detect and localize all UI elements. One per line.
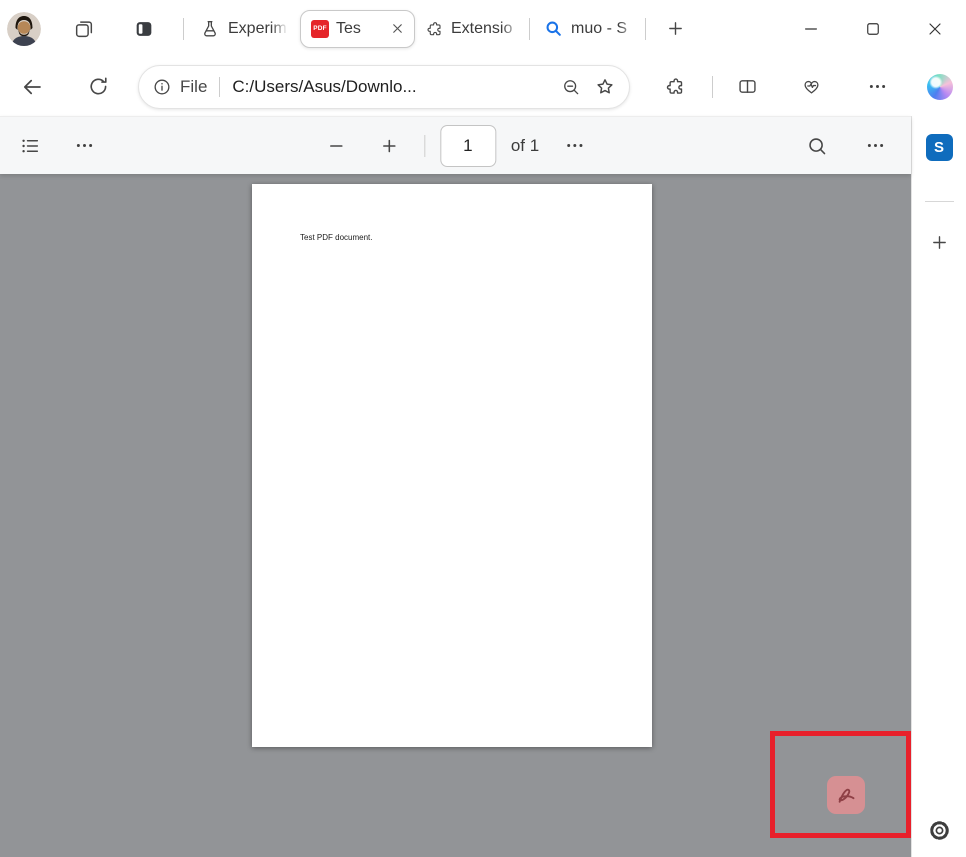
zoom-out-button[interactable] bbox=[316, 126, 356, 166]
tab-strip: Experim PDF Tes Extensio muo - S bbox=[0, 0, 966, 57]
split-screen-button[interactable] bbox=[727, 67, 767, 107]
browser-essentials-icon bbox=[803, 80, 819, 94]
refresh-icon bbox=[89, 77, 107, 95]
more-options-icon bbox=[76, 144, 92, 147]
pdf-search-button[interactable] bbox=[797, 126, 837, 166]
page-count-label: of 1 bbox=[510, 135, 540, 155]
tab-extensions[interactable]: Extensio bbox=[417, 9, 529, 49]
pdf-favicon: PDF bbox=[311, 19, 329, 38]
favorites-star-icon[interactable] bbox=[594, 76, 616, 98]
close-icon bbox=[392, 24, 402, 33]
main-area: of 1 bbox=[0, 116, 966, 857]
settings-gear-icon bbox=[929, 820, 949, 840]
sidebar-add-button[interactable] bbox=[920, 223, 958, 261]
split-screen-icon bbox=[738, 80, 756, 93]
more-options-icon bbox=[867, 144, 883, 147]
toc-button[interactable] bbox=[10, 126, 50, 166]
tab-title: Tes bbox=[336, 19, 361, 37]
sidebar-divider bbox=[924, 201, 954, 202]
adobe-acrobat-icon bbox=[838, 788, 854, 803]
adobe-acrobat-chip-button[interactable] bbox=[827, 776, 865, 814]
tab-actions-button[interactable] bbox=[125, 10, 163, 48]
address-url[interactable]: C:/Users/Asus/Downlo... bbox=[232, 77, 548, 97]
copilot-button[interactable] bbox=[927, 73, 953, 100]
extensions-button[interactable] bbox=[654, 67, 694, 107]
profile-avatar[interactable] bbox=[7, 11, 41, 46]
pdf-toolbar: of 1 bbox=[0, 116, 911, 174]
more-options-icon bbox=[567, 144, 583, 147]
zoom-in-button[interactable] bbox=[369, 126, 409, 166]
more-options-icon bbox=[869, 85, 885, 88]
avatar-photo-icon bbox=[7, 11, 41, 46]
extensions-puzzle-icon bbox=[666, 78, 682, 94]
minus-icon bbox=[329, 144, 343, 147]
workspaces-icon bbox=[75, 20, 93, 37]
sidebar-app-button[interactable]: S bbox=[925, 134, 953, 161]
pdf-more-center-button[interactable] bbox=[555, 126, 595, 166]
window-close-button[interactable] bbox=[904, 7, 966, 51]
settings-and-more-button[interactable] bbox=[857, 67, 897, 107]
page-number-input[interactable] bbox=[439, 124, 496, 167]
flask-icon bbox=[204, 20, 216, 37]
sidebar-app-letter: S bbox=[933, 139, 944, 156]
pdf-viewer-canvas[interactable]: Test PDF document. bbox=[0, 174, 911, 857]
search-favicon-icon bbox=[546, 21, 561, 36]
back-button[interactable] bbox=[12, 67, 52, 107]
search-icon bbox=[809, 137, 826, 154]
tab-title: muo - S bbox=[571, 19, 628, 37]
maximize-icon bbox=[867, 22, 879, 35]
zoom-out-indicator-icon[interactable] bbox=[561, 77, 581, 97]
pdf-zoom-page-controls: of 1 bbox=[316, 124, 595, 167]
tab-title: Experim bbox=[228, 19, 287, 37]
tab-close-button[interactable] bbox=[384, 16, 410, 42]
pdf-page-text: Test PDF document. bbox=[300, 233, 373, 242]
browser-essentials-button[interactable] bbox=[791, 67, 831, 107]
window-maximize-button[interactable] bbox=[842, 7, 904, 51]
edge-sidebar: S bbox=[911, 116, 966, 857]
table-of-contents-icon bbox=[22, 139, 39, 152]
content-column: of 1 bbox=[0, 116, 911, 857]
toolbar-separator bbox=[712, 75, 713, 98]
extensions-favicon-icon bbox=[427, 21, 441, 35]
tab-search-results[interactable]: muo - S bbox=[536, 9, 645, 49]
address-bar[interactable]: File C:/Users/Asus/Downlo... bbox=[138, 64, 630, 109]
vertical-tabs-icon bbox=[136, 21, 152, 36]
pdf-more-left-button[interactable] bbox=[64, 126, 104, 166]
page-info-icon[interactable] bbox=[152, 77, 172, 97]
pdf-page[interactable]: Test PDF document. bbox=[252, 184, 652, 747]
pdf-more-right-button[interactable] bbox=[855, 126, 895, 166]
tab-experiments[interactable]: Experim bbox=[192, 9, 296, 49]
tab-separator bbox=[645, 17, 646, 40]
minimize-icon bbox=[805, 27, 817, 30]
sidebar-settings-button[interactable] bbox=[920, 811, 958, 849]
plus-icon bbox=[932, 235, 946, 249]
window-minimize-button[interactable] bbox=[780, 7, 842, 51]
plus-icon bbox=[668, 22, 682, 35]
pdf-toolbar-right bbox=[797, 126, 895, 166]
address-separator bbox=[219, 76, 221, 97]
toolbar-separator bbox=[423, 134, 425, 157]
navigation-toolbar: File C:/Users/Asus/Downlo... bbox=[0, 57, 966, 116]
tab-separator bbox=[183, 17, 184, 40]
new-tab-button[interactable] bbox=[656, 10, 694, 48]
tab-test-pdf-active[interactable]: PDF Tes bbox=[300, 9, 415, 48]
tab-separator bbox=[529, 17, 530, 40]
browser-window: Experim PDF Tes Extensio muo - S File C:… bbox=[0, 0, 966, 857]
red-highlight-box bbox=[770, 731, 911, 838]
refresh-button[interactable] bbox=[78, 67, 118, 107]
back-arrow-icon bbox=[23, 79, 41, 94]
workspaces-button[interactable] bbox=[65, 10, 103, 48]
tab-title: Extensio bbox=[451, 19, 513, 37]
close-window-icon bbox=[929, 22, 941, 35]
address-scheme-label: File bbox=[180, 76, 208, 96]
plus-icon bbox=[382, 139, 396, 152]
